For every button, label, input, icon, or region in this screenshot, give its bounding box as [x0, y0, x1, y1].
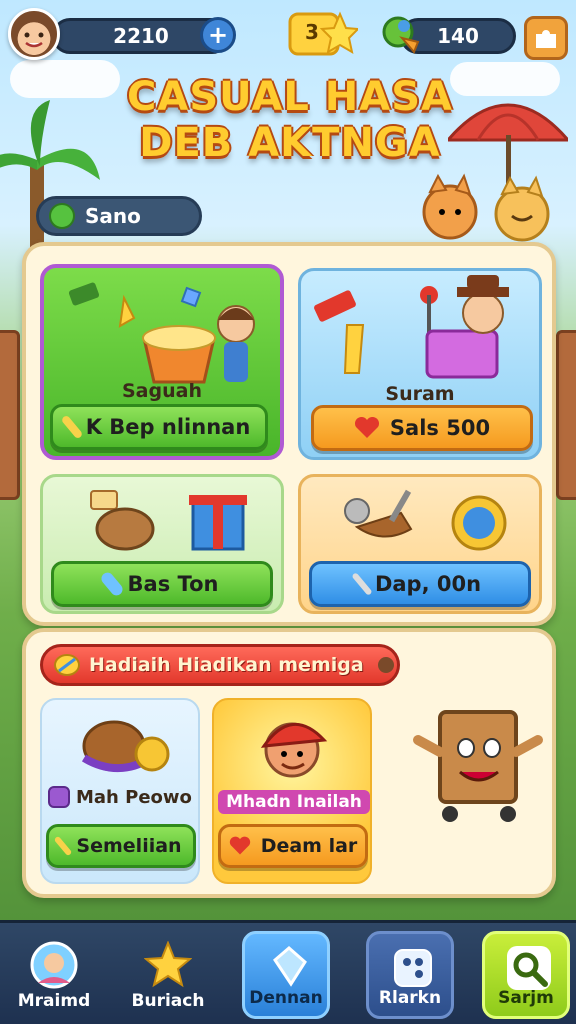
coin-count: 2210: [113, 24, 169, 48]
nav-games-label: Rlarkn: [378, 988, 442, 1008]
level-star-badge: 3: [286, 8, 358, 60]
menu-button[interactable]: [524, 16, 568, 60]
rewards-banner-label: Hadiaih Hiadikan memiga: [89, 654, 364, 676]
heart-icon: [229, 836, 250, 855]
card-4-button-label: Dap, 00n: [374, 572, 482, 596]
reward-card-2[interactable]: Mhadn Inailah Deam lar: [212, 698, 372, 884]
card-2-label: Suram: [385, 383, 455, 405]
nav-profile[interactable]: Mraimd: [10, 931, 98, 1019]
bear-coin-illustration-icon: [81, 720, 170, 773]
title-line-2: DEB AKTNGA: [139, 120, 441, 166]
dice-icon: [394, 949, 432, 987]
title-line-1: CASUAL HASA: [127, 74, 453, 120]
nav-gems-label: Dennan: [249, 988, 323, 1008]
cooking-illustration-icon: [68, 282, 255, 384]
nav-profile-label: Mraimd: [17, 991, 91, 1011]
game-title: CASUAL HASA DEB AKTNGA: [90, 74, 490, 166]
card-3-button[interactable]: Bas Ton: [51, 561, 273, 607]
card-2-button-label: Sals 500: [389, 416, 491, 440]
pencil-icon: [54, 835, 73, 857]
activity-card-2[interactable]: Suram Sals 500: [298, 268, 542, 460]
activities-panel: Saguah K Bep nlinnan Suram Sals 500 Bas …: [22, 242, 556, 626]
gem-icon: [382, 16, 420, 54]
card-3-button-label: Bas Ton: [127, 572, 219, 596]
nav-achievements[interactable]: Buriach: [124, 931, 212, 1019]
player-avatar[interactable]: [8, 8, 60, 60]
activity-card-3[interactable]: Bas Ton: [40, 474, 284, 614]
eraser-icon: [98, 570, 125, 598]
nav-search[interactable]: Sarjm: [482, 931, 570, 1019]
nav-achievements-label: Buriach: [131, 991, 205, 1011]
card-1-button[interactable]: K Bep nlinnan: [50, 404, 268, 450]
nav-games[interactable]: Rlarkn: [366, 931, 454, 1019]
search-icon: [507, 946, 551, 990]
leaf-icon: [49, 203, 75, 229]
heart-icon: [354, 417, 379, 438]
mushroom-icon: [377, 657, 394, 673]
reward-1-button-label: Semeliian: [76, 835, 182, 857]
leaf-icon: [54, 654, 80, 676]
profile-chip[interactable]: Sano: [36, 196, 202, 236]
pencil-icon: [60, 414, 84, 440]
reading-boy-illustration-icon: [314, 275, 509, 379]
profile-icon: [30, 941, 78, 989]
tools-coin-illustration-icon: [344, 489, 507, 551]
reward-2-label: Mhadn Inailah: [218, 790, 370, 814]
gem-count: 140: [437, 24, 479, 48]
reward-1-label-row: Mah Peowo: [48, 786, 196, 808]
card-2-button[interactable]: Sals 500: [311, 405, 533, 451]
top-hud: 2210 + 3 140: [0, 8, 576, 60]
cat-mascots: [422, 173, 550, 242]
gem-icon: [273, 946, 307, 987]
nav-gems[interactable]: Dennan: [242, 931, 330, 1019]
pen-icon: [351, 572, 373, 596]
card-1-button-label: K Bep nlinnan: [85, 415, 251, 439]
profile-chip-label: Sano: [85, 204, 141, 228]
bottom-nav: Mraimd Buriach Dennan Rlarkn Sarjm: [0, 920, 576, 1024]
activity-card-1[interactable]: Saguah K Bep nlinnan: [40, 264, 284, 460]
reward-2-button[interactable]: Deam lar: [218, 824, 368, 868]
reward-1-button[interactable]: Semeliian: [46, 824, 196, 868]
card-4-button[interactable]: Dap, 00n: [309, 561, 531, 607]
level-number: 3: [305, 20, 319, 44]
hut: [556, 330, 576, 500]
reward-1-label: Mah Peowo: [76, 786, 192, 808]
ticket-icon: [48, 786, 70, 808]
gift-box-illustration-icon: [90, 490, 247, 551]
card-1-label: Saguah: [122, 380, 202, 402]
rewards-panel: Hadiaih Hiadikan memiga Mah Peowo Semeli…: [22, 628, 556, 898]
star-icon: [144, 941, 192, 988]
activity-card-4[interactable]: Dap, 00n: [298, 474, 542, 614]
plus-icon: +: [207, 21, 229, 49]
reward-2-button-label: Deam lar: [260, 835, 358, 857]
add-coins-button[interactable]: +: [200, 17, 236, 53]
puzzle-icon: [536, 30, 556, 48]
box-mascot-icon: [413, 710, 543, 822]
hat-kid-illustration-icon: [260, 722, 328, 778]
reward-2-label-row: Mhadn Inailah: [214, 790, 370, 814]
reward-card-1[interactable]: Mah Peowo Semeliian: [40, 698, 200, 884]
nav-search-label: Sarjm: [498, 988, 554, 1008]
hut: [0, 330, 20, 500]
rewards-banner: Hadiaih Hiadikan memiga: [40, 644, 400, 686]
